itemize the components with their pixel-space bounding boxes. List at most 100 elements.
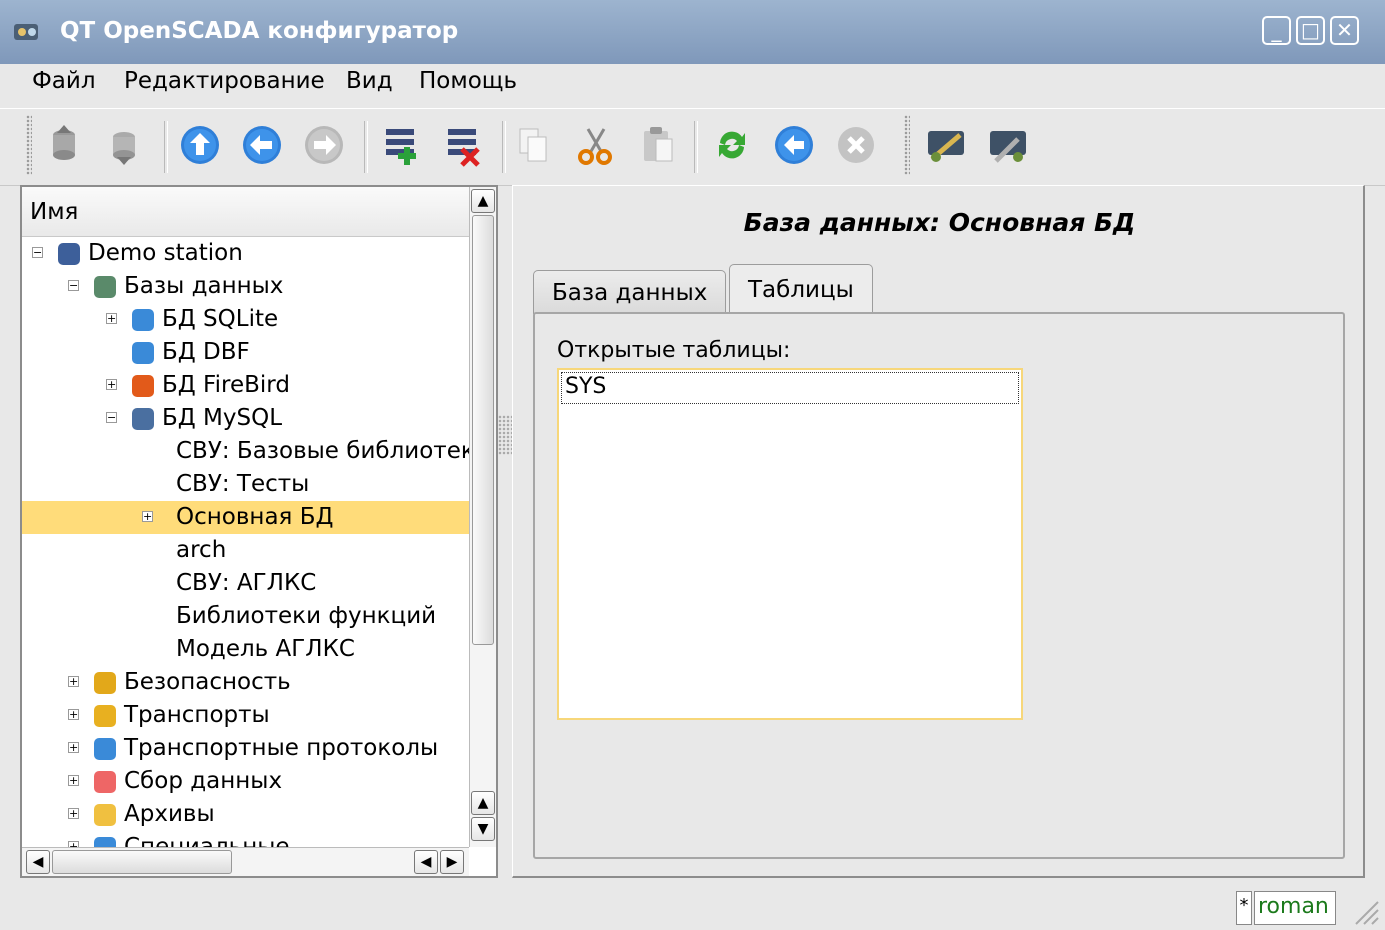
- close-button[interactable]: ✕: [1330, 16, 1359, 45]
- expand-icon[interactable]: +: [106, 313, 117, 324]
- tree-item-label: Библиотеки функций: [176, 603, 437, 629]
- db-load-icon[interactable]: [42, 123, 86, 167]
- collapse-icon[interactable]: −: [68, 280, 79, 291]
- tab-tables[interactable]: Таблицы: [729, 264, 873, 314]
- tree-item-label: Сбор данных: [124, 768, 283, 794]
- tree-horizontal-scrollbar[interactable]: ◀ ◀ ▶: [22, 847, 469, 876]
- title-bar: QT OpenSCADA конфигуратор _ □ ✕: [0, 0, 1385, 64]
- minimize-button[interactable]: _: [1262, 16, 1291, 45]
- tree-item[interactable]: + Транспортные протоколы: [22, 732, 469, 765]
- delete-item-icon[interactable]: [440, 123, 484, 167]
- tree-item[interactable]: + БД FireBird: [22, 369, 469, 402]
- expand-icon[interactable]: +: [68, 742, 79, 753]
- tree-item-label: Безопасность: [124, 669, 291, 695]
- tree-item[interactable]: − БД MySQL: [22, 402, 469, 435]
- tree-item-label: СВУ: Базовые библиотеки: [176, 438, 490, 464]
- up-icon[interactable]: [178, 123, 222, 167]
- menu-help[interactable]: Помощь: [419, 64, 517, 108]
- tree-item-label: Базы данных: [124, 273, 284, 299]
- page-title: База данных: Основная БД: [743, 208, 1136, 237]
- menu-file[interactable]: Файл: [32, 64, 96, 108]
- expand-icon[interactable]: +: [68, 775, 79, 786]
- tree-item[interactable]: Модель АГЛКС: [22, 633, 469, 666]
- menu-edit[interactable]: Редактирование: [124, 64, 325, 108]
- stop-icon[interactable]: [834, 123, 878, 167]
- tree-item[interactable]: СВУ: Тесты: [22, 468, 469, 501]
- tree-item[interactable]: + Транспорты: [22, 699, 469, 732]
- forward-icon[interactable]: [302, 123, 346, 167]
- panel-splitter[interactable]: [498, 185, 512, 878]
- tree-item[interactable]: + БД SQLite: [22, 303, 469, 336]
- tree-item[interactable]: СВУ: АГЛКС: [22, 567, 469, 600]
- tables-tab-page: Открытые таблицы: SYS: [533, 312, 1345, 859]
- user-indicator[interactable]: roman: [1254, 891, 1336, 925]
- tree-item[interactable]: − Demo station: [22, 237, 469, 270]
- expand-icon[interactable]: +: [142, 511, 153, 522]
- tree-item-label: БД FireBird: [162, 372, 290, 398]
- collapse-icon[interactable]: −: [106, 412, 117, 423]
- databases-icon: [94, 276, 116, 298]
- open-tables-label: Открытые таблицы:: [557, 338, 791, 363]
- transports-icon: [94, 705, 116, 727]
- tree-item[interactable]: + Основная БД: [22, 501, 469, 534]
- tree-item[interactable]: + Сбор данных: [22, 765, 469, 798]
- tree-item[interactable]: БД DBF: [22, 336, 469, 369]
- refresh-icon[interactable]: [710, 123, 754, 167]
- config-tools-icon[interactable]: [986, 123, 1030, 167]
- open-tables-list[interactable]: SYS: [557, 368, 1023, 720]
- tree-item-label: СВУ: АГЛКС: [176, 570, 317, 596]
- expand-icon[interactable]: +: [106, 379, 117, 390]
- tree-item-label: arch: [176, 537, 227, 563]
- add-item-icon[interactable]: [378, 123, 422, 167]
- scroll-up-button[interactable]: ▲: [471, 791, 495, 815]
- tree-item-label: Архивы: [124, 801, 215, 827]
- tree-vertical-scrollbar[interactable]: ▲ ▲ ▼: [469, 187, 496, 847]
- toolbar-separator: [164, 121, 168, 173]
- tree-item[interactable]: arch: [22, 534, 469, 567]
- maximize-button[interactable]: □: [1296, 16, 1325, 45]
- resize-grip-icon[interactable]: [1350, 896, 1380, 926]
- copy-icon[interactable]: [512, 123, 556, 167]
- tab-database[interactable]: База данных: [533, 270, 727, 314]
- menu-view[interactable]: Вид: [346, 64, 393, 108]
- config-icon[interactable]: [924, 123, 968, 167]
- db-save-icon[interactable]: [102, 123, 146, 167]
- tree-item[interactable]: + Архивы: [22, 798, 469, 831]
- tree-item-label: СВУ: Тесты: [176, 471, 310, 497]
- app-icon[interactable]: [12, 20, 42, 46]
- scroll-down-button[interactable]: ▼: [471, 817, 495, 841]
- scroll-left-button[interactable]: ◀: [414, 850, 438, 874]
- tree-item-label: Demo station: [88, 240, 243, 266]
- scroll-thumb[interactable]: [472, 215, 494, 645]
- station-icon: [58, 243, 80, 265]
- dbf-icon: [132, 342, 154, 364]
- tree-item[interactable]: − Базы данных: [22, 270, 469, 303]
- collapse-icon[interactable]: −: [32, 247, 43, 258]
- object-panel: База данных: Основная БД База данных Таб…: [512, 185, 1365, 878]
- archives-icon: [94, 804, 116, 826]
- tree-item[interactable]: СВУ: Базовые библиотеки: [22, 435, 490, 468]
- expand-icon[interactable]: +: [68, 676, 79, 687]
- toolbar-separator: [694, 121, 698, 173]
- tree-column-header[interactable]: Имя: [22, 187, 469, 237]
- back-icon[interactable]: [240, 123, 284, 167]
- tree-item[interactable]: + Безопасность: [22, 666, 469, 699]
- scroll-right-button[interactable]: ▶: [440, 850, 464, 874]
- toolbar-grip[interactable]: [904, 115, 910, 175]
- start-icon[interactable]: [772, 123, 816, 167]
- protocols-icon: [94, 738, 116, 760]
- navigation-tree[interactable]: Имя − Demo station − Базы данных + БД SQLite Б…: [20, 185, 498, 878]
- scroll-up-button[interactable]: ▲: [471, 189, 495, 213]
- scroll-thumb[interactable]: [52, 850, 232, 874]
- tree-item[interactable]: Библиотеки функций: [22, 600, 469, 633]
- toolbar-grip[interactable]: [26, 115, 32, 175]
- tree-item-label: Модель АГЛКС: [176, 636, 355, 662]
- cut-icon[interactable]: [574, 123, 618, 167]
- expand-icon[interactable]: +: [68, 808, 79, 819]
- list-item[interactable]: SYS: [561, 372, 1019, 404]
- tree-item-label: Транспортные протоколы: [124, 735, 439, 761]
- expand-icon[interactable]: +: [68, 709, 79, 720]
- scroll-left-button[interactable]: ◀: [26, 850, 50, 874]
- paste-icon[interactable]: [636, 123, 680, 167]
- mysql-icon: [132, 408, 154, 430]
